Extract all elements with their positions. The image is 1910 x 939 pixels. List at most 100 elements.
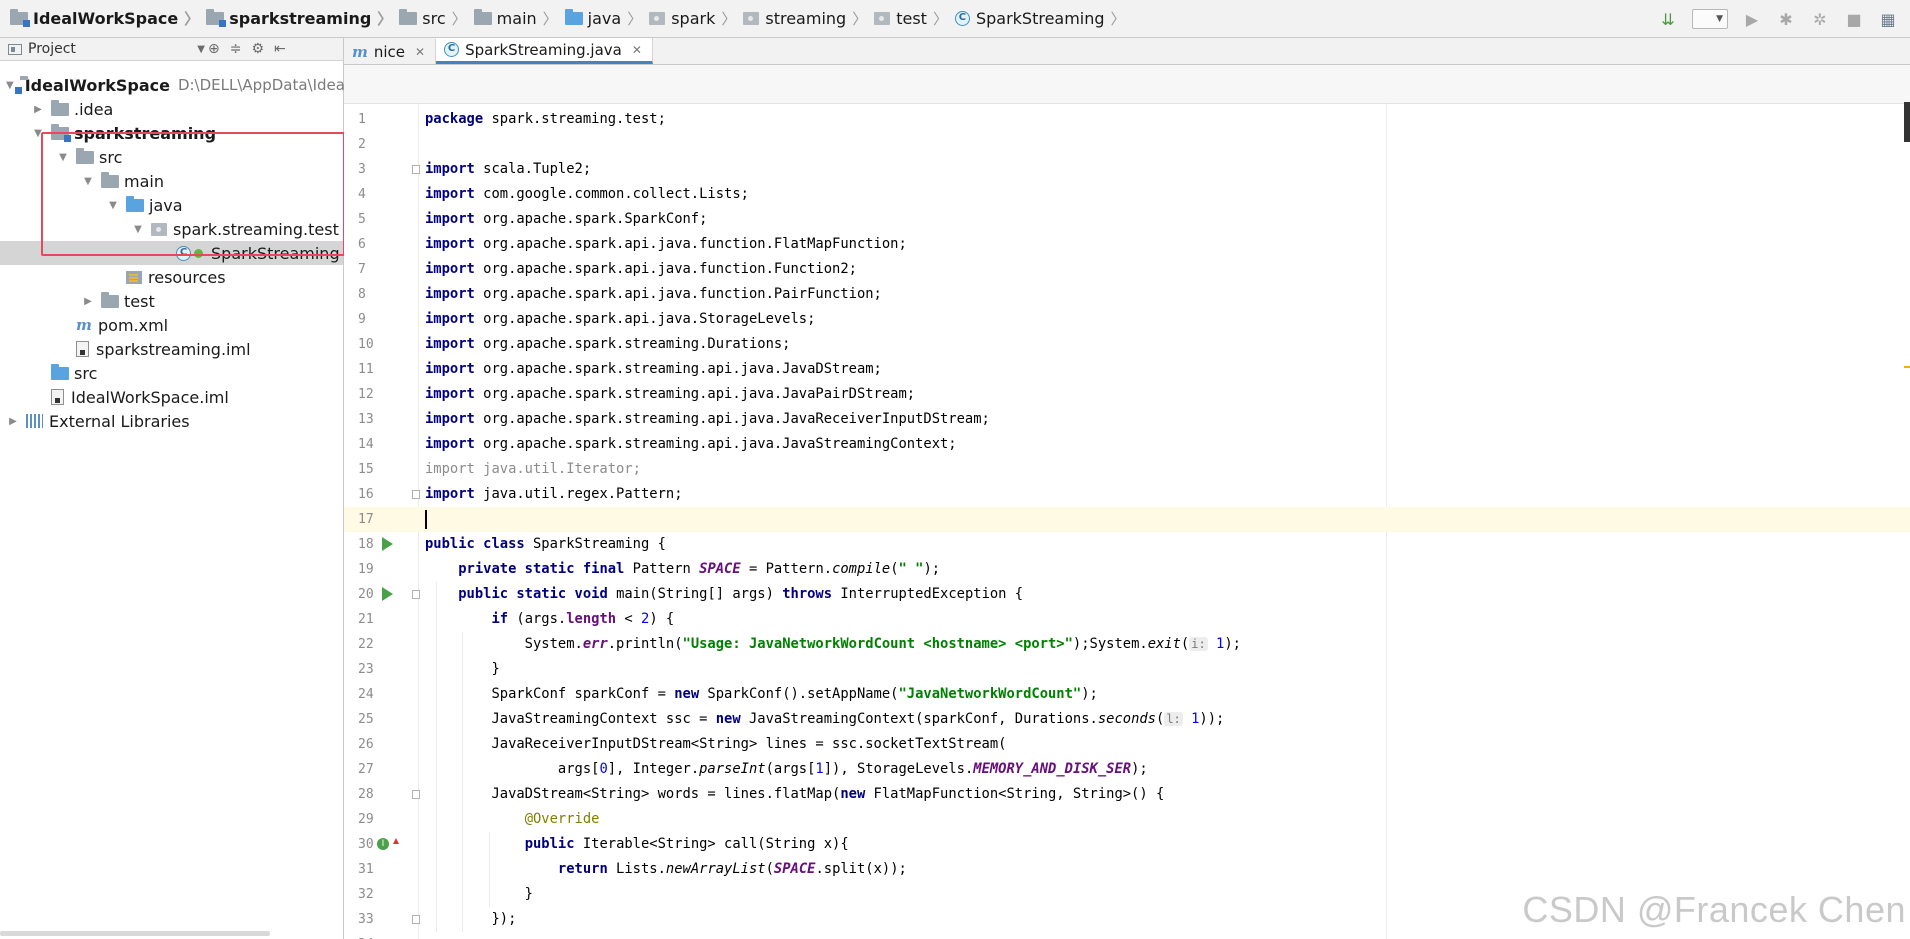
tree-item[interactable]: ▶mpom.xml — [0, 313, 343, 337]
debug-icon[interactable]: ✱ — [1776, 9, 1796, 29]
line-number[interactable]: 10 — [358, 332, 388, 357]
code-line[interactable]: 11 import org.apache.spark.streaming.api.… — [344, 357, 1910, 382]
tree-item[interactable]: ▼ IdealWorkSpace D:\DELL\AppData\Idea — [0, 73, 345, 97]
breadcrumb-item[interactable]: src 〉 — [399, 8, 473, 29]
editor-tab[interactable]: C SparkStreaming.java ✕ — [436, 38, 653, 64]
line-number[interactable]: 5 — [358, 207, 388, 232]
code-line[interactable]: 14 import org.apache.spark.streaming.api.… — [344, 432, 1910, 457]
code-line[interactable]: 3 import scala.Tuple2; — [344, 157, 1910, 182]
line-number[interactable]: 24 — [358, 682, 388, 707]
editor-scrollbar[interactable] — [1904, 102, 1910, 938]
line-number[interactable]: 22 — [358, 632, 388, 657]
line-number[interactable]: 8 — [358, 282, 388, 307]
line-number[interactable]: 1 — [358, 107, 388, 132]
expand-arrow-right-icon[interactable]: ▶ — [31, 104, 45, 115]
code-line[interactable]: 30 public Iterable<String> call(String x… — [344, 832, 1910, 857]
code-line[interactable]: 18 public class SparkStreaming { — [344, 532, 1910, 557]
run-main-icon[interactable] — [382, 587, 393, 601]
collapse-all-icon[interactable]: ≑ — [230, 41, 242, 57]
run-class-icon[interactable] — [382, 537, 393, 551]
tree-item[interactable]: ▶ External Libraries — [0, 409, 343, 433]
line-number[interactable]: 12 — [358, 382, 388, 407]
code-line[interactable]: 7 import org.apache.spark.api.java.functi… — [344, 257, 1910, 282]
hide-panel-icon[interactable]: ⇤ — [274, 41, 286, 57]
fold-marker-icon[interactable] — [412, 790, 420, 799]
line-number[interactable]: 26 — [358, 732, 388, 757]
run-icon[interactable]: ▶ — [1742, 9, 1762, 29]
warning-marker[interactable] — [1904, 366, 1910, 368]
override-arrow-icon[interactable] — [393, 838, 399, 844]
line-number[interactable]: 31 — [358, 857, 388, 882]
tree-item[interactable]: ▶ .idea — [0, 97, 343, 121]
line-number[interactable]: 13 — [358, 407, 388, 432]
close-icon[interactable]: ✕ — [632, 43, 642, 57]
build-icon[interactable]: ⇊ — [1658, 9, 1678, 29]
tree-item[interactable]: ▶ test — [0, 289, 343, 313]
fold-marker-icon[interactable] — [412, 165, 420, 174]
line-number[interactable]: 17 — [358, 507, 388, 532]
line-number[interactable]: 11 — [358, 357, 388, 382]
horizontal-scrollbar[interactable] — [0, 931, 270, 936]
line-number[interactable]: 4 — [358, 182, 388, 207]
code-line[interactable]: 26 JavaReceiverInputDStream<String> line… — [344, 732, 1910, 757]
line-number[interactable]: 33 — [358, 907, 388, 932]
breadcrumb-item[interactable]: main 〉 — [473, 8, 565, 29]
implements-method-icon[interactable]: I — [377, 838, 389, 850]
tree-item[interactable]: ▶resources — [0, 265, 343, 289]
expand-arrow-right-icon[interactable]: ▶ — [81, 296, 95, 307]
run-configuration-select[interactable]: ▼ — [1692, 9, 1728, 29]
expand-arrow-down-icon[interactable]: ▼ — [6, 80, 14, 91]
breadcrumb-item[interactable]: sparkstreaming 〉 — [206, 8, 399, 29]
tree-item[interactable]: ▶sparkstreaming.iml — [0, 337, 343, 361]
code-line[interactable]: 28 JavaDStream<String> words = lines.fla… — [344, 782, 1910, 807]
line-number[interactable]: 27 — [358, 757, 388, 782]
code-line[interactable]: 34 — [344, 932, 1910, 939]
line-number[interactable]: 16 — [358, 482, 388, 507]
line-number[interactable]: 15 — [358, 457, 388, 482]
code-line[interactable]: 8 import org.apache.spark.api.java.functi… — [344, 282, 1910, 307]
scrollbar-thumb[interactable] — [1904, 102, 1910, 142]
code-line[interactable]: 20 public static void main(String[] args… — [344, 582, 1910, 607]
line-number[interactable]: 19 — [358, 557, 388, 582]
project-panel-title[interactable]: Project — [28, 41, 76, 57]
fold-marker-icon[interactable] — [412, 915, 420, 924]
gear-icon[interactable]: ⚙ — [251, 41, 264, 57]
code-line[interactable]: 15 import java.util.Iterator; — [344, 457, 1910, 482]
breadcrumb-item[interactable]: IdealWorkSpace 〉 — [10, 8, 206, 29]
expand-arrow-right-icon[interactable]: ▶ — [6, 416, 20, 427]
line-number[interactable]: 23 — [358, 657, 388, 682]
line-number[interactable]: 25 — [358, 707, 388, 732]
code-line[interactable]: 5 import org.apache.spark.SparkConf; — [344, 207, 1910, 232]
code-line[interactable]: 2 — [344, 132, 1910, 157]
code-line[interactable]: 13 import org.apache.spark.streaming.api.… — [344, 407, 1910, 432]
line-number[interactable]: 9 — [358, 307, 388, 332]
line-number[interactable]: 7 — [358, 257, 388, 282]
scroll-from-source-icon[interactable]: ⊕ — [208, 41, 220, 57]
code-line[interactable]: 9 import org.apache.spark.api.java.Storag… — [344, 307, 1910, 332]
breadcrumb-item[interactable]: spark 〉 — [649, 8, 743, 29]
code-line[interactable]: 10 import org.apache.spark.streaming.Dura… — [344, 332, 1910, 357]
code-line[interactable]: 6 import org.apache.spark.api.java.functi… — [344, 232, 1910, 257]
code-line[interactable]: 25 JavaStreamingContext ssc = new JavaSt… — [344, 707, 1910, 732]
tree-item[interactable]: ▶IdealWorkSpace.iml — [0, 385, 343, 409]
line-number[interactable]: 6 — [358, 232, 388, 257]
line-number[interactable]: 2 — [358, 132, 388, 157]
line-number[interactable]: 14 — [358, 432, 388, 457]
code-line[interactable]: 24 SparkConf sparkConf = new SparkConf()… — [344, 682, 1910, 707]
fold-marker-icon[interactable] — [412, 490, 420, 499]
code-line[interactable]: 21 if (args.length < 2) { — [344, 607, 1910, 632]
code-line[interactable]: 4 import com.google.common.collect.Lists; — [344, 182, 1910, 207]
code-line[interactable]: 31 return Lists.newArrayList(SPACE.split… — [344, 857, 1910, 882]
code-line[interactable]: 27 args[0], Integer.parseInt(args[1]), S… — [344, 757, 1910, 782]
code-line[interactable]: 19 private static final Pattern SPACE = … — [344, 557, 1910, 582]
editor-tab[interactable]: m nice ✕ — [344, 39, 437, 64]
tree-item[interactable]: ▶src — [0, 361, 343, 385]
line-number[interactable]: 29 — [358, 807, 388, 832]
code-line[interactable]: 17 — [344, 507, 1910, 532]
stop-icon[interactable]: ■ — [1844, 9, 1864, 29]
code-line[interactable]: 22 System.err.println("Usage: JavaNetwor… — [344, 632, 1910, 657]
breadcrumb-item[interactable]: test 〉 — [874, 8, 955, 29]
close-icon[interactable]: ✕ — [415, 45, 425, 59]
project-structure-icon[interactable]: ▦ — [1878, 9, 1898, 29]
code-editor[interactable]: 1 package spark.streaming.test; 2 3 import s… — [344, 103, 1910, 939]
